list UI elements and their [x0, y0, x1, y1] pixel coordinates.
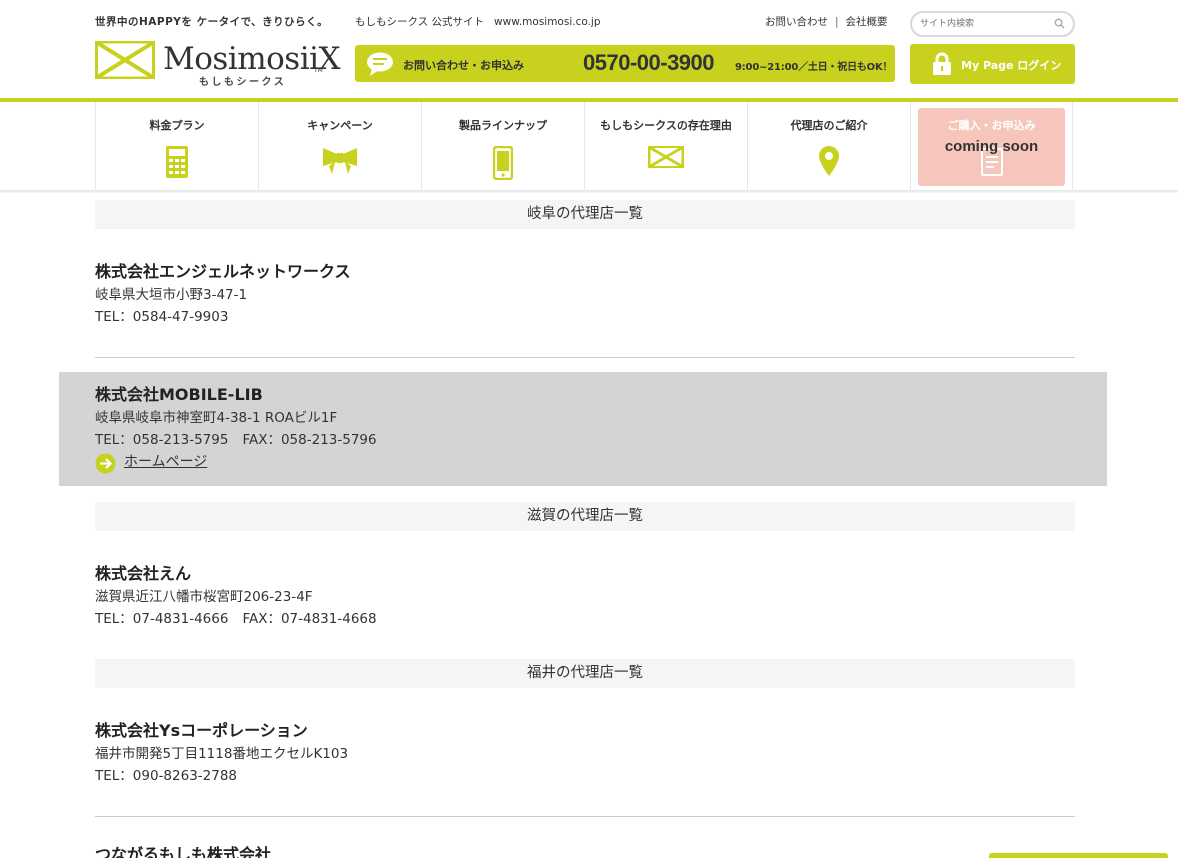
dealer-phone: TEL：0584-47-9903: [95, 309, 229, 325]
dealer-card: 株式会社エンジェルネットワークス 岐阜県大垣市小野3-47-1 TEL：0584…: [95, 260, 1075, 328]
apply-button[interactable]: ご購入・お申込み coming soon: [918, 108, 1065, 186]
coming-soon-text: coming soon: [944, 138, 1039, 155]
dealer-name: つながるもしも株式会社: [95, 845, 272, 858]
dealer-card: 株式会社MOBILE-LIB 岐阜県岐阜市神室町4-38-1 ROAビル1F T…: [95, 383, 1075, 474]
homepage-label: ホームページ: [124, 454, 208, 470]
site-info: もしもシークス 公式サイト www.mosimosi.co.jp: [355, 14, 601, 29]
dealer-name: 株式会社エンジェルネットワークス: [95, 262, 351, 281]
logo-trademark: TM: [314, 67, 323, 74]
dealer-address: 岐阜県大垣市小野3-47-1: [95, 287, 248, 303]
nav-shadow: [0, 190, 1178, 193]
divider: [95, 816, 1075, 817]
site-search[interactable]: [910, 11, 1075, 37]
nav-label: もしもシークスの存在理由: [600, 119, 732, 132]
logo-bowtie-icon: [95, 41, 155, 79]
company-link[interactable]: 会社概要: [846, 16, 888, 28]
region-heading-gifu: 岐阜の代理店一覧: [95, 200, 1075, 229]
search-icon[interactable]: [1054, 18, 1065, 29]
arrow-right-icon: [95, 453, 116, 474]
apply-label: ご購入・お申込み: [947, 119, 1036, 132]
contact-banner[interactable]: お問い合わせ・お申込み 0570-00-3900 9:00~21:00／土日・祝…: [355, 45, 895, 82]
smartphone-icon: [493, 146, 513, 180]
nav-item-dealers[interactable]: 代理店のご紹介: [747, 102, 910, 190]
top-links: お問い合わせ | 会社概要: [765, 14, 888, 29]
nav-item-reason[interactable]: もしもシークスの存在理由: [584, 102, 747, 190]
floating-tab-edge[interactable]: [989, 853, 1168, 858]
nav-label: 料金プラン: [149, 119, 205, 132]
nav-item-price-plan[interactable]: 料金プラン: [95, 102, 258, 190]
dealer-address: 福井市開発5丁目1118番地エクセルK103: [95, 746, 349, 762]
nav-label: キャンペーン: [307, 119, 373, 132]
business-hours: 9:00~21:00／土日・祝日もOK！: [735, 62, 893, 73]
dealer-phone: TEL：058-213-5795: [95, 432, 229, 448]
mypage-login-button[interactable]: My Page ログイン: [910, 44, 1075, 84]
logo-kana: もしもシークス: [199, 77, 287, 88]
dealer-address: 岐阜県岐阜市神室町4-38-1 ROAビル1F: [95, 410, 338, 426]
link-separator: |: [835, 16, 839, 28]
dealer-name: 株式会社えん: [95, 564, 192, 583]
dealer-card: つながるもしも株式会社: [95, 843, 1075, 858]
phone-number[interactable]: 0570-00-3900: [583, 50, 715, 76]
dealer-contact: TEL：058-213-5795 FAX：058-213-5796: [95, 429, 1075, 451]
dealer-phone: TEL：07-4831-4666: [95, 611, 229, 627]
dealer-contact: TEL：07-4831-4666 FAX：07-4831-4668: [95, 608, 1075, 630]
dealer-phone: TEL：090-8263-2788: [95, 768, 238, 784]
nav-border-end: [1072, 102, 1073, 190]
ribbon-icon: [323, 148, 357, 174]
nav-item-products[interactable]: 製品ラインナップ: [421, 102, 584, 190]
site-header: 世界中のHAPPYを ケータイで、きりひらく。 もしもシークス 公式サイト www…: [0, 0, 1178, 98]
dealer-homepage-link[interactable]: ホームページ: [95, 451, 208, 474]
divider: [95, 357, 1075, 358]
tagline: 世界中のHAPPYを ケータイで、きりひらく。: [95, 16, 329, 28]
dealer-address: 滋賀県近江八幡市桜宮町206-23-4F: [95, 589, 313, 605]
contact-link[interactable]: お問い合わせ: [765, 16, 828, 28]
map-pin-icon: [819, 146, 839, 176]
calculator-icon: [166, 146, 188, 178]
dealer-fax: FAX：058-213-5796: [242, 432, 377, 448]
dealer-name: 株式会社Ysコーポレーション: [95, 721, 308, 740]
search-input[interactable]: [920, 16, 1052, 32]
contact-label: お問い合わせ・お申込み: [403, 59, 524, 72]
site-url[interactable]: www.mosimosi.co.jp: [494, 16, 601, 28]
dealer-fax: FAX：07-4831-4668: [242, 611, 377, 627]
nav-label: 製品ラインナップ: [459, 119, 547, 132]
bowtie-icon: [648, 146, 684, 168]
nav-label: 代理店のご紹介: [790, 119, 868, 132]
region-heading-shiga: 滋賀の代理店一覧: [95, 502, 1075, 531]
dealer-name: 株式会社MOBILE-LIB: [95, 385, 263, 404]
dealer-card: 株式会社Ysコーポレーション 福井市開発5丁目1118番地エクセルK103 TE…: [95, 719, 1075, 787]
site-logo[interactable]: MosimosiiX TM もしもシークス: [95, 40, 341, 88]
region-heading-fukui: 福井の代理店一覧: [95, 659, 1075, 688]
dealer-card: 株式会社えん 滋賀県近江八幡市桜宮町206-23-4F TEL：07-4831-…: [95, 562, 1075, 630]
site-name: もしもシークス 公式サイト: [355, 16, 485, 28]
nav-item-campaign[interactable]: キャンペーン: [258, 102, 421, 190]
chat-bubble-icon: [367, 52, 393, 76]
mypage-label: My Page ログイン: [961, 59, 1062, 72]
lock-icon: [933, 52, 951, 75]
